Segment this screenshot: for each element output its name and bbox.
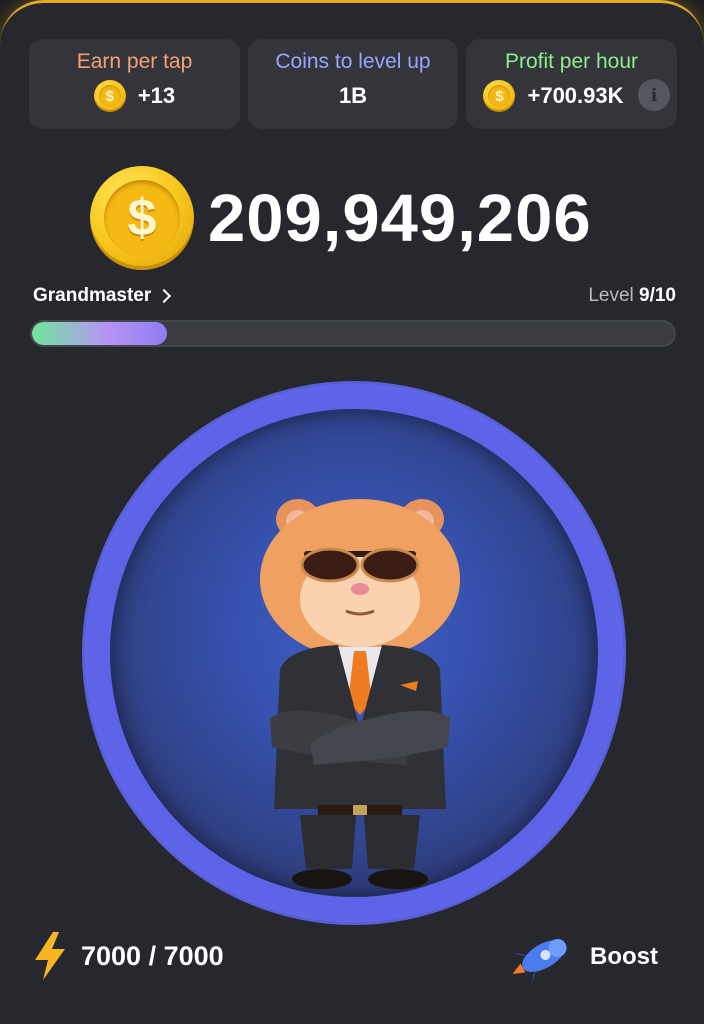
boost-button[interactable]: Boost <box>508 930 658 984</box>
level-value: 9/10 <box>639 285 676 306</box>
energy-value: 7000 / 7000 <box>81 940 224 971</box>
rank-name: Grandmaster <box>33 285 152 306</box>
chevron-right-icon <box>157 288 172 304</box>
main-panel: Earn per tap $ +13 Coins to level up 1B … <box>0 0 704 1024</box>
lightning-icon <box>35 932 65 980</box>
hamster-character <box>260 499 460 889</box>
earn-per-tap-value: +13 <box>137 83 176 108</box>
coin-icon: $ <box>483 80 516 112</box>
level-indicator: Level 9/10 <box>588 285 676 307</box>
profit-per-hour-card[interactable]: Profit per hour $ +700.93K i <box>466 39 677 129</box>
rocket-icon <box>511 939 567 984</box>
level-progress-bar <box>30 320 676 347</box>
profit-per-hour-value: +700.93K <box>527 83 624 108</box>
stats-row: Earn per tap $ +13 Coins to level up 1B … <box>29 39 677 129</box>
coins-to-level-up-card[interactable]: Coins to level up 1B <box>248 39 458 129</box>
balance: $ 209,949,206 <box>90 165 592 271</box>
coins-to-level-up-label: Coins to level up <box>275 50 431 73</box>
tap-button[interactable] <box>84 383 624 923</box>
level-label: Level <box>588 285 634 306</box>
coins-to-level-up-value: 1B <box>338 83 368 108</box>
rank-link[interactable]: Grandmaster <box>33 285 172 307</box>
energy-indicator: 7000 / 7000 <box>33 932 224 980</box>
earn-per-tap-label: Earn per tap <box>76 50 193 73</box>
boost-label: Boost <box>590 943 658 970</box>
level-progress-fill <box>32 322 167 345</box>
tap-area[interactable] <box>110 409 598 897</box>
rank-row: Grandmaster Level 9/10 <box>33 285 676 311</box>
earn-per-tap-card[interactable]: Earn per tap $ +13 <box>29 39 240 129</box>
balance-value: 209,949,206 <box>208 180 592 256</box>
coin-icon: $ <box>93 80 126 112</box>
bottom-bar: 7000 / 7000 Boost <box>0 928 704 988</box>
info-icon[interactable]: i <box>638 79 670 111</box>
profit-per-hour-label: Profit per hour <box>504 50 639 73</box>
coin-icon: $ <box>90 166 194 270</box>
game-screen: Earn per tap $ +13 Coins to level up 1B … <box>0 0 704 1024</box>
